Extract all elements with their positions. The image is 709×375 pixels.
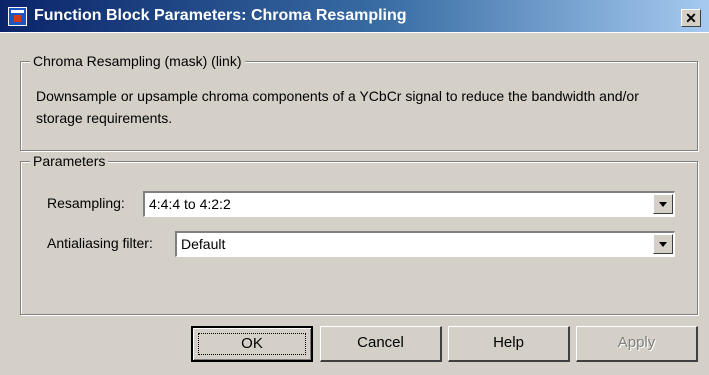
simulink-block-icon — [8, 7, 27, 26]
cancel-button[interactable]: Cancel — [320, 326, 442, 362]
description-group: Chroma Resampling (mask) (link) Downsamp… — [20, 52, 698, 151]
close-button[interactable]: ✕ — [681, 9, 701, 27]
description-group-title: Chroma Resampling (mask) (link) — [30, 52, 245, 70]
parameters-group-title: Parameters — [30, 152, 109, 170]
antialiasing-label: Antialiasing filter: — [47, 235, 153, 251]
ok-button[interactable]: OK — [191, 326, 313, 362]
apply-button[interactable]: Apply — [576, 326, 698, 362]
parameters-group: Parameters Resampling: 4:4:4 to 4:2:2 An… — [20, 152, 698, 315]
ok-button-label: OK — [241, 335, 263, 352]
block-description: Downsample or upsample chroma components… — [36, 88, 639, 126]
resampling-row: Resampling: 4:4:4 to 4:2:2 — [47, 191, 677, 217]
antialiasing-select[interactable]: Default — [175, 231, 675, 257]
chevron-down-icon[interactable] — [653, 194, 673, 214]
antialiasing-row: Antialiasing filter: Default — [47, 231, 677, 257]
resampling-label: Resampling: — [47, 195, 125, 211]
title-bar[interactable]: Function Block Parameters: Chroma Resamp… — [0, 0, 709, 33]
help-button[interactable]: Help — [448, 326, 570, 362]
resampling-select[interactable]: 4:4:4 to 4:2:2 — [143, 191, 675, 217]
chevron-down-icon[interactable] — [653, 234, 673, 254]
window-title: Function Block Parameters: Chroma Resamp… — [34, 7, 407, 24]
antialiasing-value: Default — [181, 236, 226, 252]
resampling-value: 4:4:4 to 4:2:2 — [149, 196, 231, 212]
